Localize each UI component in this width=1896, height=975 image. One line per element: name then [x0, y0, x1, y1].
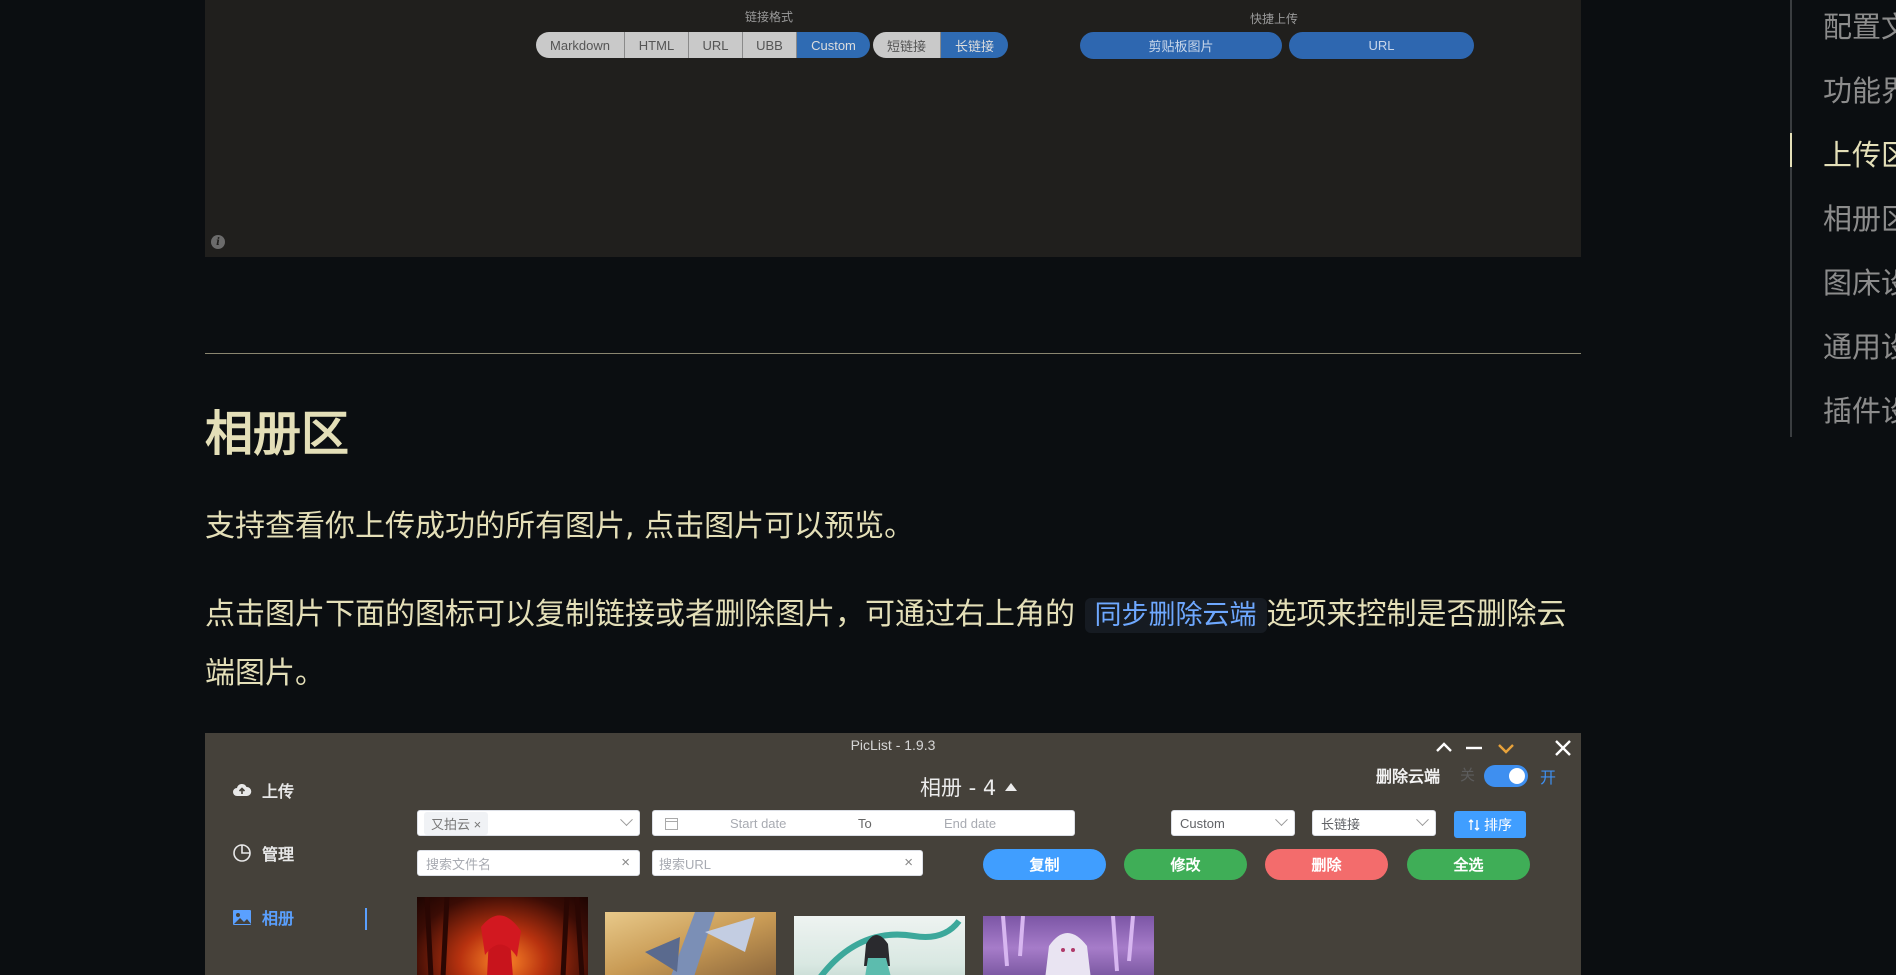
picbed-filter-tag: 又拍云 × [424, 811, 489, 835]
thumbnail-image [1001, 916, 1135, 975]
toc-active-indicator [1790, 133, 1792, 167]
chevron-down-icon[interactable] [1493, 735, 1519, 761]
nav-album-label: 相册 [262, 911, 295, 928]
thumbnail-image [424, 897, 585, 975]
album-thumbnail[interactable] [794, 916, 965, 975]
short-link-option[interactable]: 短链接 [873, 32, 941, 58]
pie-chart-icon [233, 844, 251, 862]
date-range-picker[interactable]: Start date To End date [652, 810, 1075, 836]
upload-area-screenshot: 链接格式 Markdown HTML URL UBB Custom 短链接 长链… [205, 0, 1581, 257]
toc-rail [1790, 0, 1792, 437]
cloud-upload-icon [233, 783, 252, 796]
delete-button[interactable]: 删除 [1265, 849, 1388, 880]
inline-code-sync-delete: 同步删除云端 [1084, 598, 1267, 633]
thumbnail-image [645, 912, 755, 975]
toggle-knob [1509, 768, 1525, 784]
format-url-option[interactable]: URL [689, 32, 743, 58]
nav-upload[interactable]: 上传 [232, 778, 294, 802]
format-html-option[interactable]: HTML [625, 32, 689, 58]
link-length-segmented: 短链接 长链接 [873, 32, 1008, 58]
tag-close-icon[interactable]: × [474, 817, 482, 832]
search-filename-placeholder: 搜索文件名 [426, 856, 492, 872]
section-heading: 相册区 [205, 406, 350, 462]
link-length-select[interactable]: 长链接 [1312, 810, 1436, 836]
thumbnail-image [818, 919, 962, 975]
caret-up-icon[interactable] [1004, 782, 1018, 792]
toggle-off-label: 关 [1460, 766, 1476, 784]
chevron-up-icon[interactable] [1431, 735, 1457, 761]
minimize-icon[interactable] [1461, 735, 1487, 761]
toc-item-features[interactable]: 功能界 [1823, 68, 1896, 110]
chevron-down-icon [620, 813, 633, 827]
image-icon [233, 909, 251, 925]
toc-item-general[interactable]: 通用设 [1823, 324, 1896, 366]
album-title: 相册 - 4 [920, 772, 1018, 802]
sort-button[interactable]: 排序 [1454, 811, 1526, 838]
paragraph-delete-text-before: 点击图片下面的图标可以复制链接或者删除图片，可通过右上角的 [205, 597, 1075, 632]
nav-active-indicator [365, 908, 367, 930]
toc-item-config[interactable]: 配置文 [1823, 4, 1896, 46]
link-format-segmented: Markdown HTML URL UBB Custom [536, 32, 870, 58]
copy-button[interactable]: 复制 [983, 849, 1106, 880]
format-markdown-option[interactable]: Markdown [536, 32, 625, 58]
section-divider [205, 353, 1581, 354]
link-length-select-value: 长链接 [1321, 816, 1361, 832]
select-all-button[interactable]: 全选 [1407, 849, 1530, 880]
calendar-icon [665, 817, 678, 830]
end-date-placeholder: End date [944, 815, 997, 831]
chevron-down-icon [1416, 813, 1429, 827]
search-filename-input[interactable]: 搜索文件名 × [417, 850, 640, 876]
sort-label: 排序 [1484, 817, 1512, 834]
search-url-placeholder: 搜索URL [659, 856, 712, 872]
long-link-option[interactable]: 长链接 [941, 32, 1008, 58]
format-ubb-option[interactable]: UBB [743, 32, 797, 58]
paragraph-delete: 点击图片下面的图标可以复制链接或者删除图片，可通过右上角的 同步删除云端 选项来控… [205, 586, 1581, 703]
album-title-text: 相册 - 4 [920, 776, 997, 800]
nav-upload-label: 上传 [262, 784, 295, 801]
toc-item-album[interactable]: 相册区 [1823, 196, 1896, 238]
start-date-placeholder: Start date [730, 815, 787, 831]
album-thumbnail[interactable] [417, 897, 588, 975]
quick-upload-caption: 快捷上传 [1250, 12, 1299, 26]
close-icon[interactable] [1550, 735, 1576, 761]
format-select-value: Custom [1180, 815, 1225, 831]
clipboard-upload-button[interactable]: 剪贴板图片 [1080, 32, 1282, 59]
format-select[interactable]: Custom [1171, 810, 1295, 836]
picbed-filter-tag-label: 又拍云 [431, 816, 471, 832]
album-thumbnail[interactable] [983, 916, 1154, 975]
chevron-down-icon [1275, 813, 1288, 827]
album-thumbnail[interactable] [605, 912, 776, 975]
edit-button[interactable]: 修改 [1124, 849, 1247, 880]
toc-item-plugin[interactable]: 插件设 [1823, 388, 1896, 430]
toc-item-picbed[interactable]: 图床设 [1823, 260, 1896, 302]
toggle-on-label: 开 [1540, 768, 1557, 787]
clear-icon[interactable]: × [904, 854, 913, 871]
info-icon[interactable]: i [211, 235, 225, 249]
format-custom-option[interactable]: Custom [797, 32, 870, 58]
delete-cloud-toggle[interactable] [1484, 765, 1528, 787]
nav-manage-label: 管理 [262, 847, 295, 864]
picbed-filter-select[interactable]: 又拍云 × [417, 810, 640, 836]
link-format-caption: 链接格式 [745, 10, 794, 24]
nav-album[interactable]: 相册 [232, 905, 294, 929]
clear-icon[interactable]: × [621, 854, 630, 871]
nav-manage[interactable]: 管理 [232, 841, 294, 865]
url-upload-button[interactable]: URL [1289, 32, 1474, 59]
delete-cloud-label: 删除云端 [1376, 767, 1441, 786]
sort-icon [1468, 818, 1480, 831]
album-screenshot: PicList - 1.9.3 上传 管理 相册 相册 - 4 删除云端 关 开… [205, 733, 1581, 975]
toc-item-upload[interactable]: 上传区 [1823, 132, 1896, 174]
date-to-label: To [858, 815, 872, 831]
paragraph-preview: 支持查看你上传成功的所有图片, 点击图片可以预览。 [205, 509, 915, 544]
search-url-input[interactable]: 搜索URL × [652, 850, 923, 876]
window-title: PicList - 1.9.3 [850, 737, 936, 753]
